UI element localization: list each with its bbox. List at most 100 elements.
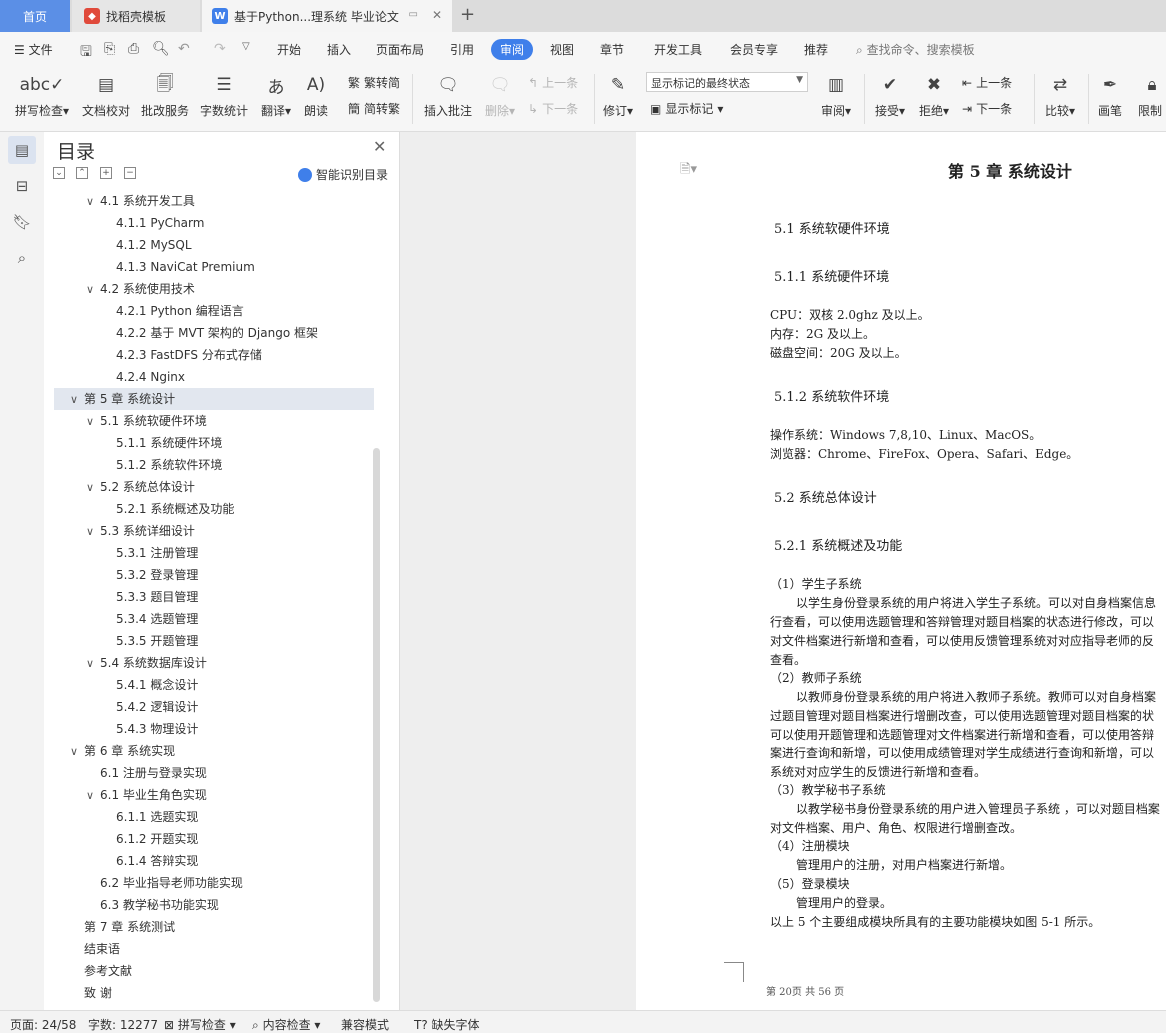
toc-item[interactable]: 5.4.3 物理设计 [54,718,374,740]
toc-item[interactable]: 参考文献 [54,960,374,982]
export-icon[interactable]: ⎘ [104,41,115,57]
word-count[interactable]: 字数: 12277 [88,1016,158,1033]
toc-scrollbar[interactable] [373,448,380,1002]
toc-item[interactable]: 6.2 毕业指导老师功能实现 [54,872,374,894]
next-change-button[interactable]: ⇥ 下一条 [962,100,1012,117]
toc-item[interactable]: 6.1 注册与登录实现 [54,762,374,784]
chevron-down-icon[interactable]: ∨ [86,279,100,301]
save-icon[interactable]: 🖫 [80,41,92,65]
pen-button[interactable]: ✒ 画笔 [1094,72,1126,119]
toc-item[interactable]: ∨ 5.3 系统详细设计 [54,520,374,542]
delete-comment-button[interactable]: 🗨︎ 删除▾ [480,72,520,119]
toc-item[interactable]: 5.4.1 概念设计 [54,674,374,696]
toc-item[interactable]: 5.4.2 逻辑设计 [54,696,374,718]
toc-item[interactable]: 6.1.2 开题实现 [54,828,374,850]
markup-state-select[interactable]: 显示标记的最终状态 ▼ [646,72,808,92]
toc-item[interactable]: 6.1.1 选题实现 [54,806,374,828]
search-icon[interactable]: ⌕ [8,244,36,272]
menu-developer[interactable]: 开发工具 [654,41,702,58]
chapter-nav-icon[interactable]: ⊟ [8,172,36,200]
chevron-down-icon[interactable]: ∨ [70,741,84,763]
reject-button[interactable]: ✖ 拒绝▾ [914,72,954,119]
menu-view[interactable]: 视图 [550,41,574,58]
simp-to-trad-button[interactable]: 簡简转繁 [348,100,400,117]
toc-item[interactable]: ∨ 4.2 系统使用技术 [54,278,374,300]
insert-comment-button[interactable]: 🗨︎ 插入批注 [422,72,474,119]
toc-item[interactable]: ∨ 4.1 系统开发工具 [54,190,374,212]
toc-item[interactable]: 5.1.2 系统软件环境 [54,454,374,476]
tab-home[interactable]: 首页 [0,0,70,32]
toc-panel-icon[interactable]: ▤ [8,136,36,164]
expand-up-icon[interactable]: ⌃ [76,167,88,179]
menu-start[interactable]: 开始 [277,41,301,58]
chevron-down-icon[interactable]: ∨ [86,191,100,213]
missing-font-status[interactable]: T? 缺失字体 [414,1016,480,1033]
close-tab-icon[interactable]: ✕ [432,8,442,22]
spell-check-status[interactable]: ⊠ 拼写检查 ▾ [164,1016,236,1033]
toc-item[interactable]: 4.2.4 Nginx [54,366,374,388]
prev-change-button[interactable]: ⇤ 上一条 [962,74,1012,91]
window-mode-icon[interactable]: ▭ [409,9,418,20]
spell-check-button[interactable]: abc✓ 拼写检查▾ [10,72,74,119]
toc-item[interactable]: 5.3.2 登录管理 [54,564,374,586]
toc-item[interactable]: 5.3.4 选题管理 [54,608,374,630]
tab-template[interactable]: ◆ 找稻壳模板 [72,0,200,32]
accept-button[interactable]: ✔ 接受▾ [870,72,910,119]
toc-item[interactable]: 4.2.1 Python 编程语言 [54,300,374,322]
chevron-down-icon[interactable]: ∨ [86,411,100,433]
toc-item[interactable]: 5.3.3 题目管理 [54,586,374,608]
chevron-down-icon[interactable]: ∨ [86,477,100,499]
prev-comment-button[interactable]: ↰ 上一条 [528,74,578,91]
menu-reference[interactable]: 引用 [450,41,474,58]
toc-item[interactable]: 5.3.1 注册管理 [54,542,374,564]
bookmark-icon[interactable]: 🔖︎ [8,208,36,236]
menu-member[interactable]: 会员专享 [730,41,778,58]
toc-item[interactable]: 第 7 章 系统测试 [54,916,374,938]
chevron-down-icon[interactable]: ∨ [86,785,100,807]
restrict-editing-button[interactable]: 🔒︎ 限制 [1138,72,1166,119]
undo-icon[interactable]: ↶ [178,41,190,57]
toc-item[interactable]: 致 谢 [54,982,374,1004]
preview-icon[interactable]: 🔍︎ [152,41,170,57]
page-indicator[interactable]: 页面: 24/58 [10,1016,76,1033]
remove-heading-icon[interactable]: − [124,167,136,179]
tab-document[interactable]: W 基于Python...理系统 毕业论文 ▭ ✕ [202,0,452,32]
page-layout-icon[interactable]: 🗎▾ [680,160,697,182]
close-icon[interactable]: ✕ [373,137,386,156]
toc-item[interactable]: ∨ 5.4 系统数据库设计 [54,652,374,674]
toc-item[interactable]: 6.3 教学秘书功能实现 [54,894,374,916]
command-search[interactable]: ⌕ 查找命令、搜索模板 [856,41,975,58]
correction-service-button[interactable]: 🗐︎ 批改服务 [139,72,191,119]
toc-item[interactable]: 4.2.3 FastDFS 分布式存储 [54,344,374,366]
menu-layout[interactable]: 页面布局 [376,41,424,58]
print-icon[interactable]: ⎙ [128,41,139,57]
menu-chapter[interactable]: 章节 [600,41,624,58]
chevron-down-icon[interactable]: ∨ [70,389,84,411]
chevron-down-icon[interactable]: ∨ [86,653,100,675]
compare-button[interactable]: ⇄ 比较▾ [1040,72,1080,119]
proofread-button[interactable]: ▤ 文档校对 [80,72,132,119]
toc-item[interactable]: 6.1.4 答辩实现 [54,850,374,872]
more-icon[interactable]: ▽ [242,41,250,52]
toc-item[interactable]: 5.1.1 系统硬件环境 [54,432,374,454]
menu-recommend[interactable]: 推荐 [804,41,828,58]
toc-item[interactable]: ∨ 6.1 毕业生角色实现 [54,784,374,806]
toc-item[interactable]: 5.3.5 开题管理 [54,630,374,652]
review-pane-button[interactable]: ▥ 审阅▾ [816,72,856,119]
chevron-down-icon[interactable]: ∨ [86,521,100,543]
content-check-status[interactable]: ⌕ 内容检查 ▾ [252,1016,320,1033]
toc-item[interactable]: ∨ 第 5 章 系统设计 [54,388,374,410]
toc-item[interactable]: ∨ 第 6 章 系统实现 [54,740,374,762]
translate-button[interactable]: あ翻译▾ [256,72,296,119]
word-count-button[interactable]: ☰ 字数统计 [198,72,250,119]
next-comment-button[interactable]: ↳ 下一条 [528,100,578,117]
file-menu[interactable]: ☰ 文件 [14,41,53,58]
toc-item[interactable]: ∨ 5.2 系统总体设计 [54,476,374,498]
toc-item[interactable]: 4.2.2 基于 MVT 架构的 Django 框架 [54,322,374,344]
toc-item[interactable]: 4.1.2 MySQL [54,234,374,256]
read-aloud-button[interactable]: A) 朗读 [300,72,332,119]
toc-item[interactable]: 4.1.1 PyCharm [54,212,374,234]
add-heading-icon[interactable]: + [100,167,112,179]
menu-review[interactable]: 审阅 [491,39,534,60]
toc-item[interactable]: 5.2.1 系统概述及功能 [54,498,374,520]
